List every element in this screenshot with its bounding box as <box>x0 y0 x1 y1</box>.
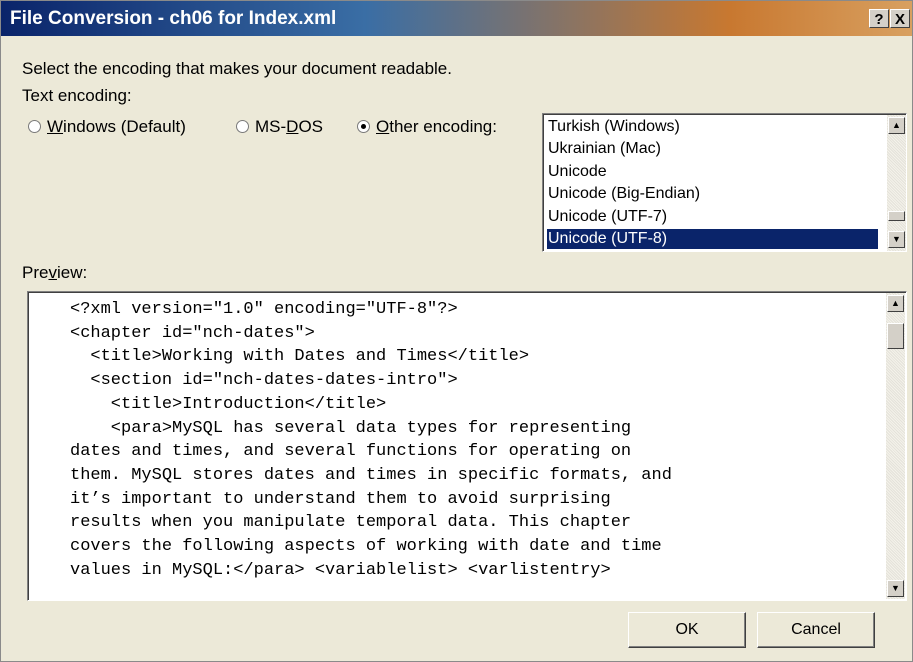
title-bar[interactable]: File Conversion - ch06 for Index.xml ? X <box>1 1 912 36</box>
scroll-down-arrow-icon[interactable]: ▼ <box>888 231 905 248</box>
radio-label-prefix: MS- <box>255 117 287 136</box>
preview-line: covers the following aspects of working … <box>70 537 662 557</box>
radio-ms-dos[interactable]: MS-DOS <box>236 117 323 137</box>
radio-indicator[interactable] <box>236 120 249 133</box>
scroll-up-arrow-icon[interactable]: ▲ <box>887 295 904 312</box>
preview-line: <title>Introduction</title> <box>70 394 387 414</box>
preview-line: <para>MySQL has several data types for r… <box>70 418 632 438</box>
help-button[interactable]: ? <box>869 9 889 28</box>
instructions-text: Select the encoding that makes your docu… <box>22 59 452 78</box>
accel-key: O <box>376 117 390 136</box>
preview-line: <?xml version="1.0" encoding="UTF-8"?> <box>70 300 458 319</box>
list-item[interactable]: Turkish (Windows) <box>547 117 878 137</box>
accel-key: v <box>48 263 57 282</box>
list-item[interactable]: Unicode <box>547 162 878 182</box>
accel-key: D <box>286 117 299 136</box>
scroll-thumb[interactable] <box>888 211 905 221</box>
radio-other-encoding[interactable]: Other encoding: <box>357 117 497 137</box>
radio-label: OS <box>298 117 324 136</box>
radio-windows-default[interactable]: Windows (Default) <box>28 117 186 137</box>
scroll-down-arrow-icon[interactable]: ▼ <box>887 580 904 597</box>
radio-indicator[interactable] <box>28 120 41 133</box>
radio-label: indows (Default) <box>63 117 186 136</box>
preview-line: <title>Working with Dates and Times</tit… <box>70 347 530 367</box>
list-item[interactable]: Unicode (Big-Endian) <box>547 184 878 204</box>
list-item[interactable]: Unicode (UTF-7) <box>547 207 878 227</box>
list-item-selected[interactable]: Unicode (UTF-8) <box>546 228 879 250</box>
text-encoding-label: Text encoding: <box>22 86 132 105</box>
scroll-up-arrow-icon[interactable]: ▲ <box>888 117 905 134</box>
accel-key: W <box>47 117 64 136</box>
close-button[interactable]: X <box>890 9 910 28</box>
preview-line: <section id="nch-dates-dates-intro"> <box>70 371 458 391</box>
preview-line: results when you manipulate temporal dat… <box>70 513 632 533</box>
file-conversion-dialog: File Conversion - ch06 for Index.xml ? X… <box>0 0 913 662</box>
cancel-button[interactable]: Cancel <box>757 612 875 648</box>
encoding-listbox[interactable]: Turkish (Windows) Ukrainian (Mac) Unicod… <box>542 113 907 252</box>
scroll-thumb[interactable] <box>887 323 904 349</box>
list-item[interactable]: Ukrainian (Mac) <box>547 139 878 159</box>
window-title: File Conversion - ch06 for Index.xml <box>10 8 337 29</box>
radio-label: ther encoding: <box>389 117 497 136</box>
preview-label-pre: Pre <box>22 263 49 282</box>
listbox-scrollbar[interactable]: ▲ ▼ <box>887 115 906 251</box>
preview-line: dates and times, and several functions f… <box>70 442 632 462</box>
preview-label-post: iew: <box>56 263 88 282</box>
preview-pane[interactable]: <?xml version="1.0" encoding="UTF-8"?> <c… <box>27 291 907 601</box>
preview-text: <?xml version="1.0" encoding="UTF-8"?> <c… <box>70 298 870 582</box>
preview-line: values in MySQL:</para> <variablelist> <… <box>70 560 611 580</box>
preview-line: <chapter id="nch-dates"> <box>70 323 315 343</box>
preview-line: it’s important to understand them to avo… <box>70 489 611 509</box>
preview-scrollbar[interactable]: ▲ ▼ <box>886 293 905 599</box>
ok-button[interactable]: OK <box>628 612 746 648</box>
preview-label: Preview: <box>22 263 87 283</box>
radio-indicator-selected[interactable] <box>357 120 370 133</box>
preview-line: them. MySQL stores dates and times in sp… <box>70 465 672 485</box>
